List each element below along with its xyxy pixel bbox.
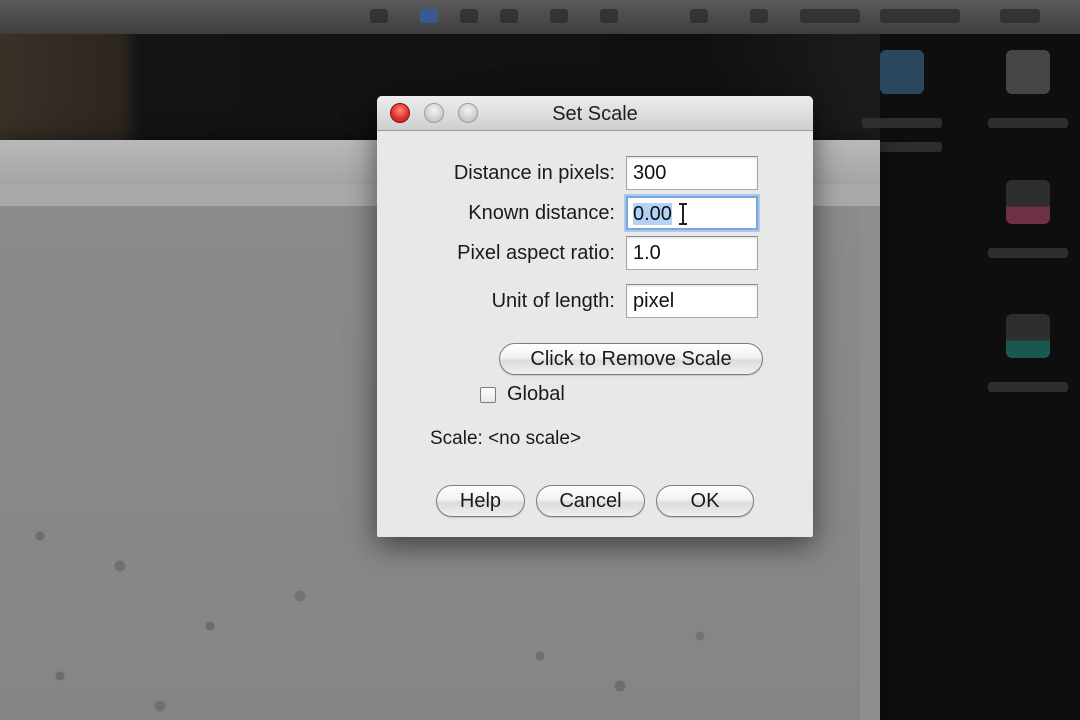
dialog-titlebar[interactable]: Set Scale — [377, 96, 813, 131]
selected-text: 0.00 — [633, 203, 672, 225]
known-distance-label: Known distance: — [468, 202, 615, 224]
menu-extra-icon — [750, 9, 768, 23]
pixel-aspect-ratio-input[interactable]: 1.0 — [626, 236, 758, 270]
file-label — [988, 118, 1068, 128]
file-label — [988, 248, 1068, 258]
unit-of-length-input[interactable]: pixel — [626, 284, 758, 318]
menu-extra-icon — [600, 9, 618, 23]
file-icon — [1006, 314, 1050, 358]
dialog-title: Set Scale — [552, 103, 638, 125]
menu-extra-icon — [370, 9, 388, 23]
desktop-icons-area — [862, 34, 1080, 720]
ok-button[interactable]: OK — [656, 485, 754, 517]
distance-in-pixels-label: Distance in pixels: — [453, 162, 615, 184]
scale-status: Scale: <no scale> — [430, 428, 582, 449]
file-icon — [880, 50, 924, 94]
file-label — [988, 382, 1068, 392]
menu-extra-icon — [1000, 9, 1040, 23]
file-icon — [1006, 180, 1050, 224]
menu-extra-icon — [690, 9, 708, 23]
menu-extra-icon — [800, 9, 860, 23]
global-checkbox[interactable] — [480, 387, 496, 403]
file-icon — [1006, 50, 1050, 94]
menu-bar — [0, 0, 1080, 34]
clock-icon — [550, 9, 568, 23]
cancel-button[interactable]: Cancel — [536, 485, 645, 517]
global-checkbox-label[interactable]: Global — [507, 383, 565, 406]
file-label — [862, 118, 942, 128]
help-button[interactable]: Help — [436, 485, 525, 517]
unit-of-length-label: Unit of length: — [491, 290, 615, 312]
known-distance-input[interactable]: 0.00 — [626, 196, 758, 230]
menu-extra-icon — [880, 9, 960, 23]
pixel-aspect-ratio-label: Pixel aspect ratio: — [457, 242, 615, 264]
remove-scale-button[interactable]: Click to Remove Scale — [499, 343, 763, 375]
menu-extra-icon — [420, 9, 438, 23]
battery-icon — [500, 9, 518, 23]
distance-in-pixels-input[interactable]: 300 — [626, 156, 758, 190]
text-cursor-icon — [678, 203, 688, 225]
set-scale-dialog: Set Scale Distance in pixels: 300 Known … — [377, 96, 813, 537]
wifi-icon — [460, 9, 478, 23]
